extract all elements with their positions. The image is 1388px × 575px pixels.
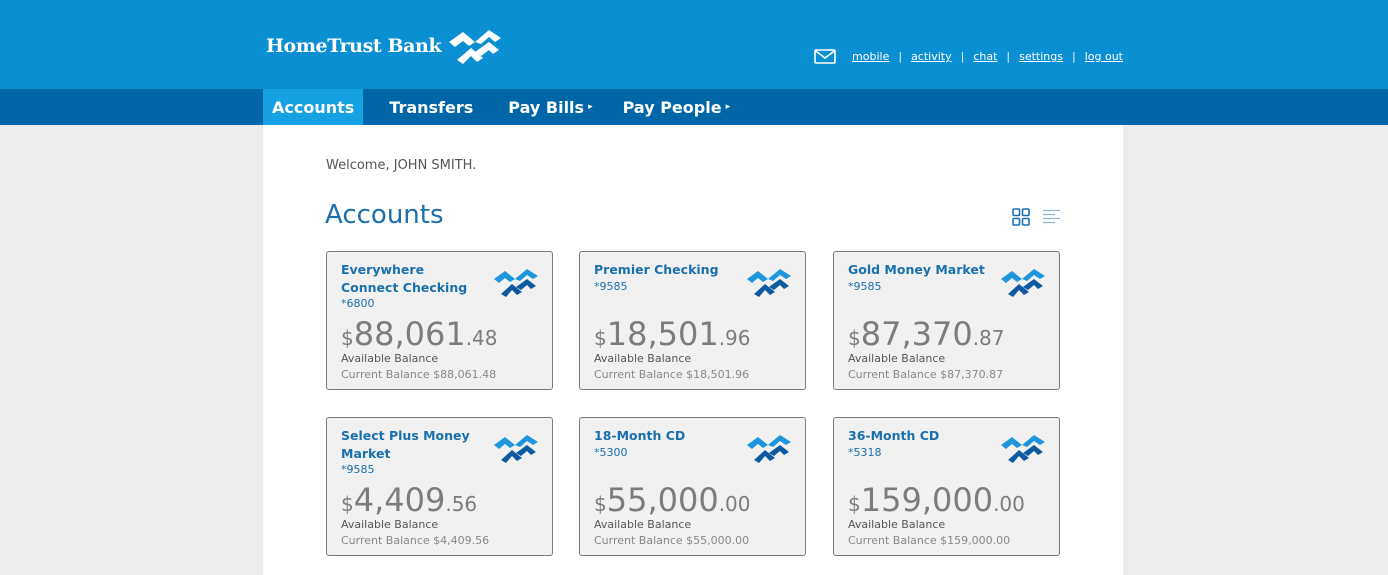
account-card-18-month-cd[interactable]: 18-Month CD *5300 $55,000.00 Available B… — [579, 417, 806, 556]
account-card-gold-money-market[interactable]: Gold Money Market *9585 $87,370.87 Avail… — [833, 251, 1060, 390]
envelope-icon[interactable] — [814, 49, 836, 64]
account-name: Gold Money Market — [848, 262, 985, 277]
balance-cents: .48 — [465, 326, 498, 350]
available-balance-amount: $88,061.48 — [341, 315, 498, 353]
account-number: *9585 — [594, 280, 628, 293]
hometrust-logo-icon — [494, 435, 538, 463]
account-number: *5300 — [594, 446, 628, 459]
page-title: Accounts — [325, 200, 444, 230]
current-balance: Current Balance $55,000.00 — [594, 534, 750, 547]
account-name: Everywhere Connect Checking — [341, 262, 468, 295]
hometrust-logo-icon — [494, 269, 538, 297]
balance-cents: .87 — [972, 326, 1005, 350]
current-balance: Current Balance $87,370.87 — [848, 368, 1004, 381]
nav-pay-bills-label: Pay Bills — [508, 97, 585, 117]
grid-view-icon[interactable] — [1012, 208, 1030, 226]
account-card-premier-checking[interactable]: Premier Checking *9585 $18,501.96 Availa… — [579, 251, 806, 390]
balance-cents: .96 — [718, 326, 751, 350]
nav-transfers-label: Transfers — [389, 97, 474, 117]
available-balance-label: Available Balance — [848, 518, 946, 531]
separator: | — [1006, 50, 1011, 63]
settings-link[interactable]: settings — [1019, 50, 1063, 63]
utility-nav: mobile | activity | chat | settings | lo… — [814, 49, 1123, 64]
current-balance: Current Balance $4,409.56 — [341, 534, 490, 547]
balance-whole: 4,409 — [353, 481, 446, 519]
account-number: *6800 — [341, 297, 375, 310]
balance-whole: 18,501 — [606, 315, 719, 353]
hometrust-logo-icon — [747, 269, 791, 297]
brand-name: HomeTrust Bank — [266, 35, 442, 57]
current-balance: Current Balance $18,501.96 — [594, 368, 750, 381]
mobile-link[interactable]: mobile — [852, 50, 889, 63]
balance-whole: 159,000 — [860, 481, 994, 519]
balance-whole: 88,061 — [353, 315, 466, 353]
current-balance: Current Balance $159,000.00 — [848, 534, 1011, 547]
currency-symbol: $ — [594, 492, 607, 516]
top-header: HomeTrust Bank mobile | activity | chat … — [0, 0, 1388, 89]
currency-symbol: $ — [341, 492, 354, 516]
current-balance: Current Balance $88,061.48 — [341, 368, 497, 381]
account-card-36-month-cd[interactable]: 36-Month CD *5318 $159,000.00 Available … — [833, 417, 1060, 556]
separator: | — [960, 50, 965, 63]
hometrust-logo-icon — [747, 435, 791, 463]
account-number: *5318 — [848, 446, 882, 459]
list-view-icon[interactable] — [1042, 209, 1061, 225]
available-balance-label: Available Balance — [594, 518, 692, 531]
nav-pay-bills[interactable]: Pay Bills ▸ — [508, 89, 592, 125]
account-name: Premier Checking — [594, 262, 719, 277]
welcome-message: Welcome, JOHN SMITH. — [326, 158, 477, 173]
brand[interactable]: HomeTrust Bank — [266, 26, 503, 66]
main-nav: Accounts Transfers Pay Bills ▸ Pay Peopl… — [263, 89, 731, 132]
caret-right-icon: ▸ — [588, 102, 593, 112]
currency-symbol: $ — [341, 326, 354, 350]
balance-cents: .56 — [445, 492, 478, 516]
available-balance-amount: $159,000.00 — [848, 481, 1025, 519]
available-balance-amount: $18,501.96 — [594, 315, 751, 353]
account-number: *9585 — [848, 280, 882, 293]
account-name: Select Plus Money Market — [341, 428, 470, 461]
available-balance-label: Available Balance — [594, 352, 692, 365]
available-balance-amount: $87,370.87 — [848, 315, 1005, 353]
activity-link[interactable]: activity — [911, 50, 952, 63]
account-number: *9585 — [341, 463, 375, 476]
currency-symbol: $ — [594, 326, 607, 350]
logout-link[interactable]: log out — [1085, 50, 1123, 63]
separator: | — [1072, 50, 1076, 63]
hometrust-logo-icon — [1001, 435, 1045, 463]
account-name: 36-Month CD — [848, 428, 940, 443]
account-card-select-plus-money-market[interactable]: Select Plus Money Market *9585 $4,409.56… — [326, 417, 553, 556]
balance-cents: .00 — [993, 492, 1025, 516]
nav-pay-people[interactable]: Pay People ▸ — [623, 89, 731, 125]
hometrust-logo-icon — [449, 30, 502, 64]
balance-whole: 55,000 — [606, 481, 719, 519]
available-balance-label: Available Balance — [341, 352, 439, 365]
caret-right-icon: ▸ — [725, 102, 731, 112]
nav-accounts-label: Accounts — [272, 97, 355, 117]
available-balance-amount: $4,409.56 — [341, 481, 477, 519]
account-name: 18-Month CD — [594, 428, 686, 443]
currency-symbol: $ — [848, 326, 861, 350]
account-card-everywhere-connect-checking[interactable]: Everywhere Connect Checking *6800 $88,06… — [326, 251, 553, 390]
currency-symbol: $ — [848, 492, 861, 516]
nav-pay-people-label: Pay People — [622, 97, 722, 117]
available-balance-label: Available Balance — [341, 518, 439, 531]
available-balance-label: Available Balance — [848, 352, 946, 365]
nav-accounts[interactable]: Accounts — [263, 89, 364, 132]
hometrust-logo-icon — [1001, 269, 1045, 297]
chat-link[interactable]: chat — [973, 50, 997, 63]
balance-cents: .00 — [718, 492, 751, 516]
main-nav-bar: Accounts Transfers Pay Bills ▸ Pay Peopl… — [0, 89, 1388, 132]
nav-transfers[interactable]: Transfers — [389, 89, 473, 125]
available-balance-amount: $55,000.00 — [594, 481, 751, 519]
separator: | — [898, 50, 903, 63]
balance-whole: 87,370 — [860, 315, 973, 353]
content-panel: Welcome, JOHN SMITH. Accounts Everywhere… — [263, 125, 1123, 575]
